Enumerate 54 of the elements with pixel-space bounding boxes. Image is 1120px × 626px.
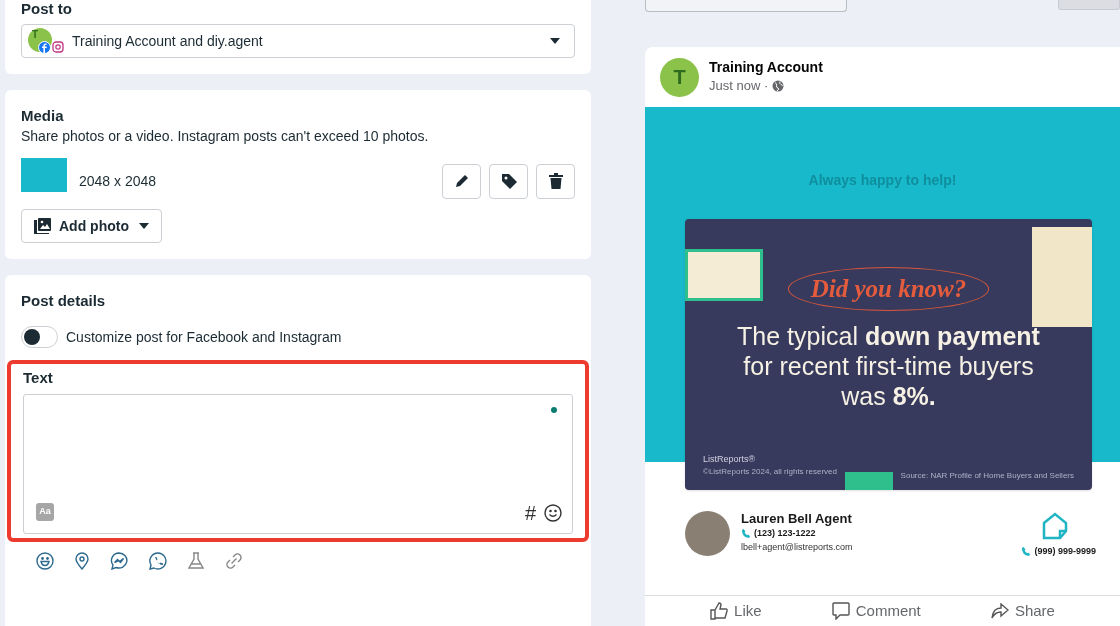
- location-pin-icon[interactable]: [75, 552, 89, 570]
- caret-icon: [550, 38, 560, 44]
- pencil-icon: [453, 173, 470, 189]
- media-description: Share photos or a video. Instagram posts can't exceed 10 photos.: [21, 127, 430, 146]
- section-heading: Post to: [21, 0, 73, 18]
- comment-button[interactable]: Comment: [831, 599, 921, 623]
- toggle-switch[interactable]: [21, 326, 58, 348]
- instagram-badge-icon: [52, 41, 64, 53]
- post-time: Just now ·: [709, 77, 769, 96]
- agent-phone: (123) 123-1222: [754, 527, 816, 540]
- chat-bolt-icon[interactable]: [110, 552, 128, 570]
- field-label: Text: [23, 368, 54, 388]
- office-phone: (999) 999-9999: [1034, 545, 1096, 558]
- share-button[interactable]: Share: [990, 599, 1055, 623]
- edit-button[interactable]: [442, 163, 481, 199]
- view-toggle[interactable]: [1058, 0, 1120, 10]
- agent-email: lbell+agent@listreports.com: [741, 540, 853, 554]
- phone-icon: [741, 529, 750, 539]
- globe-icon: [772, 80, 785, 92]
- account-dropdown[interactable]: T Training Account and diy.agent: [21, 24, 575, 58]
- flask-icon[interactable]: [188, 552, 204, 570]
- link-icon[interactable]: [225, 552, 243, 570]
- trash-icon: [548, 173, 563, 189]
- section-heading: Post details: [20, 291, 107, 311]
- phone-icon: [1021, 547, 1031, 557]
- like-button[interactable]: Like: [710, 599, 762, 623]
- smiley-icon[interactable]: [36, 552, 54, 570]
- speech-bubble-icon: [831, 602, 850, 620]
- share-arrow-icon: [990, 603, 1009, 619]
- graphic-headline: The typical down payment for recent first-time buyers was 8%.: [736, 320, 1041, 411]
- smiley-icon[interactable]: [544, 504, 562, 522]
- brand-logo: ListReports®: [703, 452, 757, 466]
- hashtag-button[interactable]: #: [524, 503, 536, 523]
- toggle-label: Customize post for Facebook and Instagram: [66, 327, 342, 347]
- photos-icon: [34, 218, 51, 234]
- copyright-text: ©ListReports 2024, all rights reserved: [703, 466, 837, 478]
- thumbs-up-icon: [710, 602, 729, 620]
- account-name: Training Account: [709, 58, 823, 77]
- house-logo-icon: [1040, 511, 1070, 541]
- source-text: Source: NAR Profile of Home Buyers and Sellers: [900, 470, 1074, 482]
- tag-icon: [499, 172, 518, 190]
- tag-button[interactable]: [489, 163, 528, 199]
- banknote-drawing: [845, 472, 893, 490]
- section-heading: Media: [21, 106, 65, 126]
- phone-bubble-icon[interactable]: [149, 552, 167, 570]
- avatar: T: [660, 57, 699, 97]
- image-dimensions: 2048 x 2048: [79, 171, 158, 191]
- text-input-field[interactable]: Aa #: [23, 394, 573, 534]
- agent-name: Lauren Bell Agent: [741, 511, 853, 527]
- delete-button[interactable]: [536, 163, 575, 199]
- caret-icon: [139, 223, 149, 229]
- image-thumbnail: [21, 158, 67, 204]
- add-photo-button[interactable]: Add photo: [21, 209, 162, 243]
- account-name: Training Account and diy.agent: [72, 31, 264, 51]
